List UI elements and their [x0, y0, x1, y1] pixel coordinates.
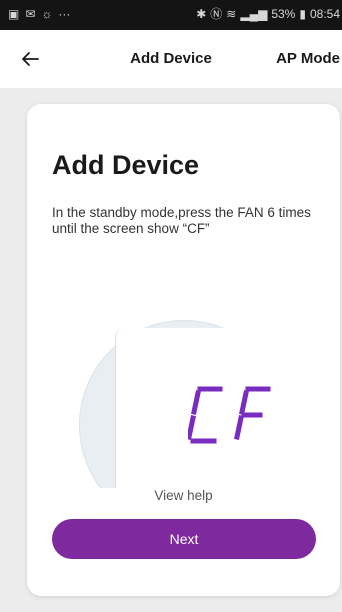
signal-icon: ▂▄▆ — [240, 7, 268, 21]
status-right: ✱ Ⓝ ≋ ▂▄▆ 53% ▮ 08:54 — [196, 7, 340, 21]
bluetooth-icon: ✱ — [196, 7, 207, 21]
view-help-link[interactable]: View help — [27, 488, 340, 503]
card-title: Add Device — [52, 150, 200, 180]
device-display-panel — [115, 328, 291, 488]
cf-display-code — [188, 386, 271, 444]
brightness-icon: ☼ — [41, 7, 53, 21]
nfc-icon: Ⓝ — [210, 7, 223, 21]
instruction-text: In the standby mode,press the FAN 6 time… — [52, 205, 311, 236]
wifi-icon: ≋ — [226, 7, 237, 21]
ap-mode-button[interactable]: AP Mode — [276, 50, 340, 67]
nav-bar: Add Device AP Mode — [0, 30, 342, 88]
battery-icon: ▮ — [299, 7, 306, 21]
clock: 08:54 — [309, 7, 340, 21]
status-left: ▣ ✉ ☼ ··· — [8, 7, 70, 21]
next-button[interactable]: Next — [52, 519, 316, 559]
instruction-card: Add Device In the standby mode,press the… — [27, 104, 340, 596]
gallery-icon: ▣ — [8, 7, 20, 21]
more-dots-icon: ··· — [58, 7, 71, 21]
status-bar: ▣ ✉ ☼ ··· ✱ Ⓝ ≋ ▂▄▆ 53% ▮ 08:54 — [0, 0, 342, 30]
battery-percent: 53% — [271, 7, 296, 21]
device-illustration — [79, 320, 291, 488]
mail-icon: ✉ — [25, 7, 36, 21]
